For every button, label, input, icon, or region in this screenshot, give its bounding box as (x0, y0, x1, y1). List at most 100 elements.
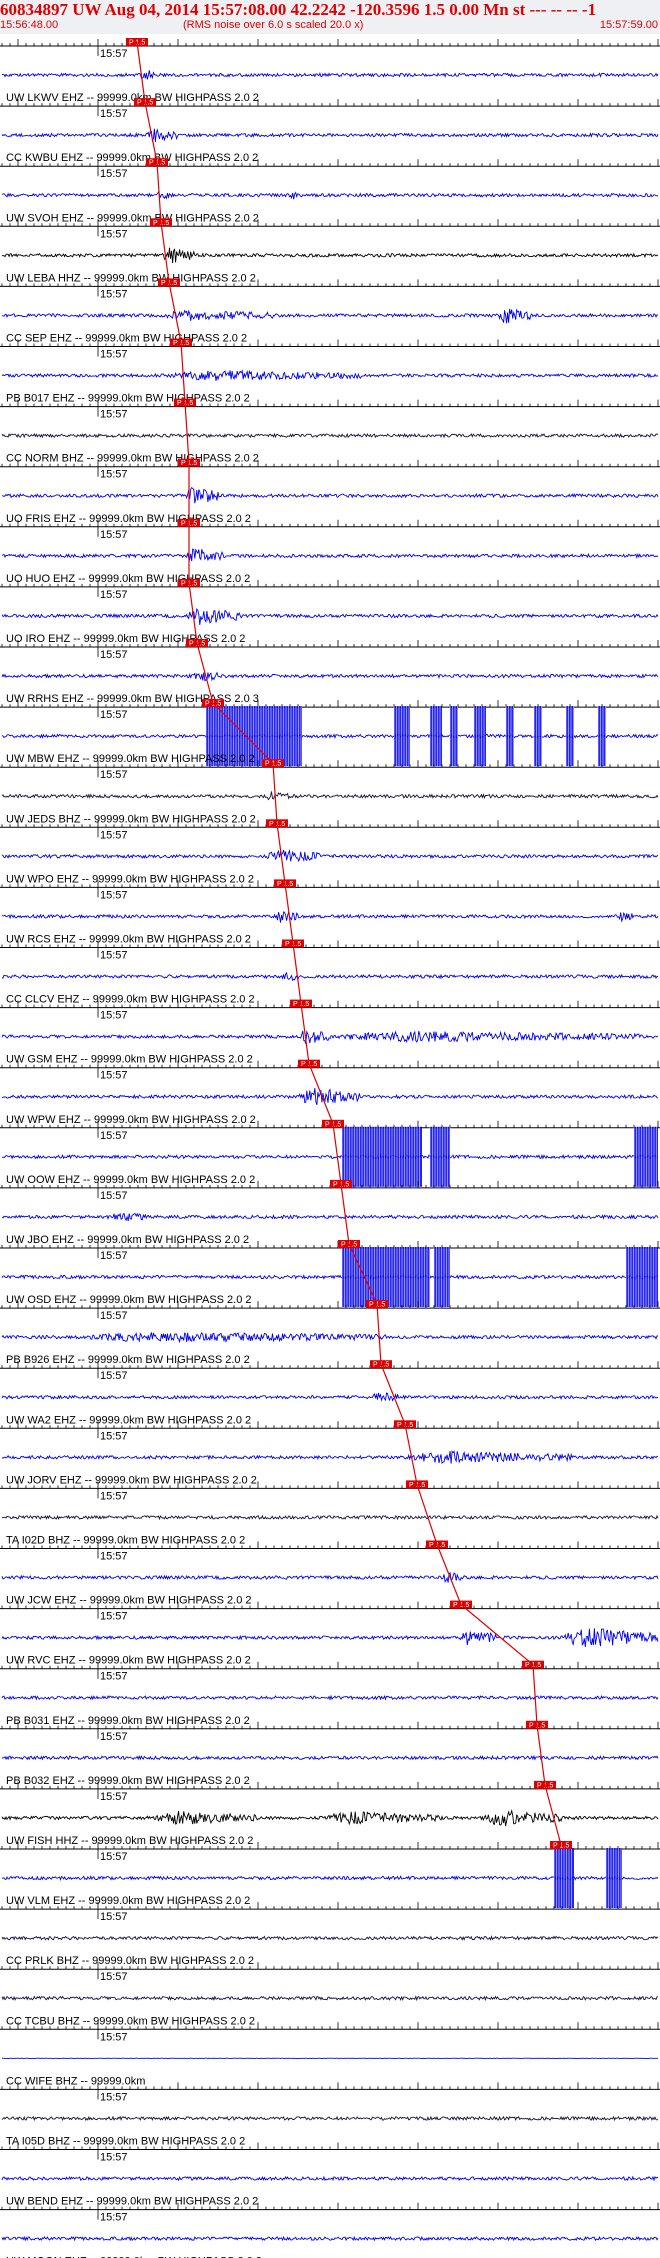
station-label: UO FRIS EHZ -- 99999.0km BW HIGHPASS 2.0… (6, 513, 251, 525)
trace-28: 15:57P 1.5PB B032 EHZ -- 99999.0km BW HI… (0, 1720, 660, 1787)
waveform (1, 1694, 659, 1701)
clipped-burst (566, 706, 574, 767)
waveform (1, 1274, 659, 1280)
station-label: UW BEND EHZ -- 99999.0km BW HIGHPASS 2.0… (6, 2196, 258, 2208)
waveform (2, 486, 659, 504)
station-label: UW JCW EHZ -- 99999.0km BW HIGHPASS 2.0 … (6, 1595, 252, 1607)
station-label: UW JBO EHZ -- 99999.0km BW HIGHPASS 2.0 … (6, 1234, 249, 1246)
minute-label: 15:57 (100, 829, 128, 841)
station-label: TA I02D BHZ -- 99999.0km BW HIGHPASS 2.0… (6, 1535, 245, 1547)
station-label: UW MBW EHZ -- 99999.0km BW HIGHPASS 2.0 … (6, 753, 255, 765)
waveform (1, 608, 659, 625)
minute-label: 15:57 (100, 1430, 128, 1442)
waveform (1, 791, 659, 801)
station-label: CC SEP EHZ -- 99999.0km BW HIGHPASS 2.0 … (6, 333, 247, 345)
waveform (1, 1332, 659, 1344)
minute-label: 15:57 (100, 2212, 128, 2224)
minute-label: 15:57 (100, 1911, 128, 1923)
clipped-burst (450, 706, 458, 767)
trace-2: 15:57P 1.5UW SVOH EHZ -- 99999.0km BW HI… (0, 158, 660, 224)
clipped-burst (634, 1126, 658, 1187)
minute-label: 15:57 (100, 1851, 128, 1863)
waveform (1, 548, 659, 562)
waveform (1, 971, 659, 982)
trace-25: 15:57 P 1.5 UW JCW EHZ -- 99999.0km BW HIG… (0, 1540, 660, 1607)
waveform (1, 432, 659, 439)
minute-label: 15:57 (100, 168, 128, 180)
trace-4: 15:57P 1.5CC SEP EHZ -- 99999.0km BW HIG… (0, 278, 660, 345)
station-label: UW WPO EHZ -- 99999.0km BW HIGHPASS 2.0 … (6, 873, 254, 885)
minute-label: 15:57 (100, 288, 128, 300)
trace-27: 15:57P 1.5PB B031 EHZ -- 99999.0km BW HI… (0, 1660, 660, 1727)
trace-9: 15:57P 1.5UO IRO EHZ -- 99999.0km BW HIG… (0, 578, 660, 645)
waveform (1, 2235, 659, 2242)
waveform (1, 1088, 659, 1106)
trace-6: 15:57P 1.5CC NORM BHZ -- 99999.0km BW HI… (0, 398, 660, 465)
waveform (1, 733, 659, 740)
waveform (1, 247, 659, 264)
station-label: UO IRO EHZ -- 99999.0km BW HIGHPASS 2.0 … (6, 633, 245, 645)
waveform (1, 1514, 659, 1521)
trace-21: 15:57P 1.5PB B926 EHZ -- 99999.0km BW HI… (0, 1300, 660, 1366)
waveform (1, 1809, 659, 1826)
trace-13: 15:57P 1.5UW WPO EHZ -- 99999.0km BW HIG… (0, 819, 660, 885)
trace-34: 15:57 TA I05D BHZ -- 99999.0km BW HIGHPAS… (0, 2082, 660, 2148)
station-label: PB B032 EHZ -- 99999.0km BW HIGHPASS 2.0… (6, 1775, 250, 1787)
trace-5: 15:57P 1.5PB B017 EHZ -- 99999.0km BW HI… (0, 338, 660, 405)
waveform (1, 308, 659, 324)
end-time: 15:57:59.00 (599, 19, 658, 31)
station-label: TA I05D BHZ -- 99999.0km BW HIGHPASS 2.0… (6, 2136, 245, 2148)
trace-23: 15:57P 1.5UW JORV EHZ -- 99999.0km BW HI… (0, 1420, 660, 1486)
trace-7: 15:57P 1.5UO FRIS EHZ -- 99999.0km BW HI… (0, 458, 660, 525)
minute-label: 15:57 (100, 1611, 128, 1623)
waveform (1, 1212, 659, 1222)
waveform (1, 911, 659, 923)
waveform (1, 2115, 659, 2122)
station-label: UW VLM EHZ -- 99999.0km BW HIGHPASS 2.0 … (6, 1895, 250, 1907)
minute-label: 15:57 (100, 1250, 128, 1262)
trace-0: 15:57P 1.5UW LKWV EHZ -- 99999.0km BW HI… (0, 38, 660, 104)
waveform (1, 1392, 658, 1402)
station-label: UW LEBA HHZ -- 99999.0km BW HIGHPASS 2.0… (6, 272, 256, 284)
clipped-burst (534, 706, 542, 767)
minute-label: 15:57 (100, 529, 128, 541)
trace-1: 15:57P 1.5CC KWBU EHZ -- 99999.0km BW HI… (0, 98, 660, 164)
trace-36: 15:57UW MOON EHZ -- 99999.0km BW HIGHPAS… (0, 2202, 660, 2258)
station-label: CC CLCV EHZ -- 99999.0km BW HIGHPASS 2.0… (6, 994, 255, 1006)
minute-label: 15:57 (100, 950, 128, 962)
waveform (1, 1450, 658, 1465)
trace-10: 15:57P 1.5UW RRHS EHZ -- 99999.0km BW HI… (0, 639, 660, 705)
minute-label: 15:57 (100, 769, 128, 781)
trace-11: 15:57P 1.5UW MBW EHZ -- 99999.0km BW HIG… (0, 699, 660, 767)
station-label: UW JORV EHZ -- 99999.0km BW HIGHPASS 2.0… (6, 1474, 257, 1486)
station-label: PB B031 EHZ -- 99999.0km BW HIGHPASS 2.0… (6, 1715, 250, 1727)
trace-15: 15:57P 1.5CC CLCV EHZ -- 99999.0km BW HI… (0, 939, 660, 1006)
waveform (1, 2175, 659, 2182)
trace-29: 15:57P 1.5UW FISH HHZ -- 99999.0km BW HI… (0, 1780, 660, 1847)
station-label: PB B926 EHZ -- 99999.0km BW HIGHPASS 2.0… (6, 1354, 250, 1366)
station-label: UW LKWV EHZ -- 99999.0km BW HIGHPASS 2.0… (6, 92, 259, 104)
minute-label: 15:57 (100, 228, 128, 240)
waveform (1, 70, 659, 80)
station-label: UW RVC EHZ -- 99999.0km BW HIGHPASS 2.0 … (6, 1655, 251, 1667)
station-label: CC PRLK BHZ -- 99999.0km BW HIGHPASS 2.0… (6, 1955, 254, 1967)
trace-30: 15:57P 1.5UW VLM EHZ -- 99999.0km BW HIG… (0, 1841, 660, 1908)
trace-18: 15:57P 1.5UW OOW EHZ -- 99999.0km BW HIG… (0, 1119, 660, 1187)
minute-label: 15:57 (100, 1130, 128, 1142)
waveform (1, 1754, 659, 1761)
station-label: UW WA2 EHZ -- 99999.0km BW HIGHPASS 2.0 … (6, 1414, 251, 1426)
station-label: CC TCBU BHZ -- 99999.0km BW HIGHPASS 2.0… (6, 2015, 255, 2027)
minute-label: 15:57 (100, 48, 128, 60)
trace-24: 15:57P 1.5TA I02D BHZ -- 99999.0km BW HI… (0, 1480, 660, 1547)
waveform (1, 1995, 659, 2002)
rms-note: (RMS noise over 6.0 s scaled 20.0 x) (183, 19, 364, 31)
minute-label: 15:57 (100, 2152, 128, 2164)
minute-label: 15:57 (100, 349, 128, 361)
waveform (1, 128, 659, 143)
station-label: CC WIFE BHZ -- 99999.0km (6, 2075, 145, 2087)
waveform (1, 849, 659, 863)
minute-label: 15:57 (100, 1310, 128, 1322)
minute-label: 15:57 (100, 1190, 128, 1202)
event-title: 60834897 UW Aug 04, 2014 15:57:08.00 42.… (0, 0, 597, 19)
trace-19: 15:57P 1.5UW JBO EHZ -- 99999.0km BW HIG… (0, 1179, 660, 1246)
